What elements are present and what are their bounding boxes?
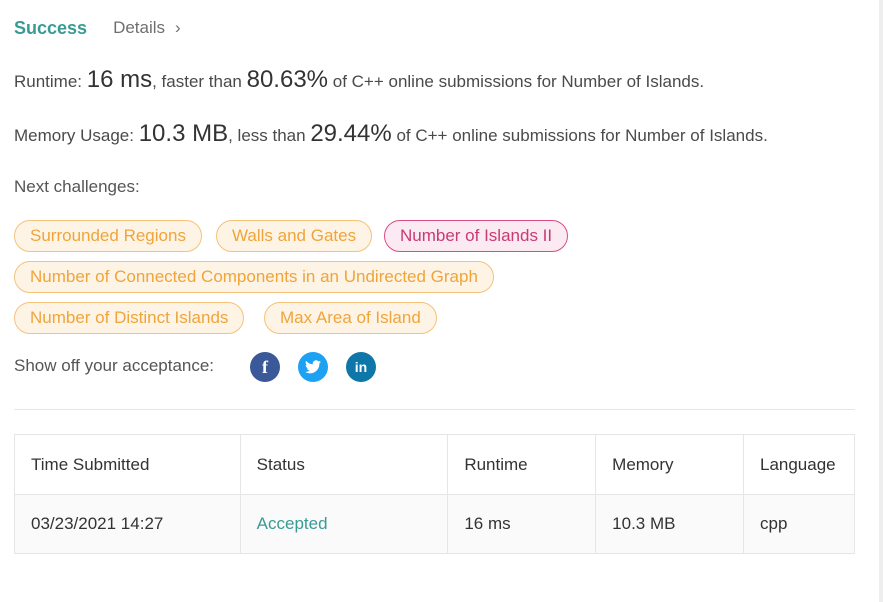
result-header: Success Details ›	[14, 16, 181, 40]
linkedin-icon[interactable]: in	[346, 352, 376, 382]
memory-stat: Memory Usage: 10.3 MB, less than 29.44% …	[14, 120, 768, 148]
right-edge-border	[879, 0, 883, 602]
cell-runtime: 16 ms	[447, 494, 597, 554]
memory-label: Memory Usage:	[14, 126, 139, 145]
table-header-row: Time Submitted Status Runtime Memory Lan…	[14, 434, 856, 495]
status-success-label: Success	[14, 17, 88, 38]
challenge-tag-connected-components[interactable]: Number of Connected Components in an Und…	[14, 261, 494, 293]
column-header-time-submitted: Time Submitted	[14, 434, 241, 495]
challenge-tag-max-area-of-island[interactable]: Max Area of Island	[264, 302, 437, 334]
runtime-stat: Runtime: 16 ms, faster than 80.63% of C+…	[14, 66, 704, 94]
memory-value: 10.3 MB	[138, 120, 229, 147]
challenge-tag-number-of-islands-ii[interactable]: Number of Islands II	[384, 220, 569, 252]
column-header-status: Status	[239, 434, 449, 495]
status-accepted-link[interactable]: Accepted	[257, 514, 328, 533]
cell-time-submitted: 03/23/2021 14:27	[14, 494, 241, 554]
memory-tail: of C++ online submissions for Number of …	[391, 126, 768, 145]
memory-percent: 29.44%	[310, 120, 392, 147]
submissions-table: Time Submitted Status Runtime Memory Lan…	[14, 434, 856, 554]
column-header-memory: Memory	[595, 434, 744, 495]
runtime-value: 16 ms	[86, 66, 153, 93]
cell-memory: 10.3 MB	[595, 494, 744, 554]
challenge-tag-surrounded-regions[interactable]: Surrounded Regions	[14, 220, 202, 252]
facebook-icon[interactable]: f	[250, 352, 280, 382]
details-label: Details	[113, 18, 166, 37]
runtime-mid: , faster than	[152, 72, 247, 91]
challenge-tag-distinct-islands[interactable]: Number of Distinct Islands	[14, 302, 245, 334]
challenge-tag-walls-and-gates[interactable]: Walls and Gates	[216, 220, 373, 252]
share-label: Show off your acceptance:	[14, 356, 215, 375]
next-challenges-label: Next challenges:	[14, 177, 140, 196]
runtime-label: Runtime:	[14, 72, 87, 91]
runtime-percent: 80.63%	[246, 66, 329, 93]
runtime-tail: of C++ online submissions for Number of …	[328, 72, 705, 91]
twitter-icon[interactable]	[298, 352, 328, 382]
chevron-right-icon: ›	[175, 18, 181, 37]
column-header-runtime: Runtime	[447, 434, 597, 495]
cell-status: Accepted	[239, 494, 449, 554]
section-divider	[14, 409, 855, 410]
column-header-language: Language	[742, 434, 856, 495]
memory-mid: , less than	[228, 126, 311, 145]
table-row: 03/23/2021 14:27 Accepted 16 ms 10.3 MB …	[14, 494, 856, 554]
details-link[interactable]: Details ›	[113, 18, 181, 38]
cell-language: cpp	[742, 494, 856, 554]
